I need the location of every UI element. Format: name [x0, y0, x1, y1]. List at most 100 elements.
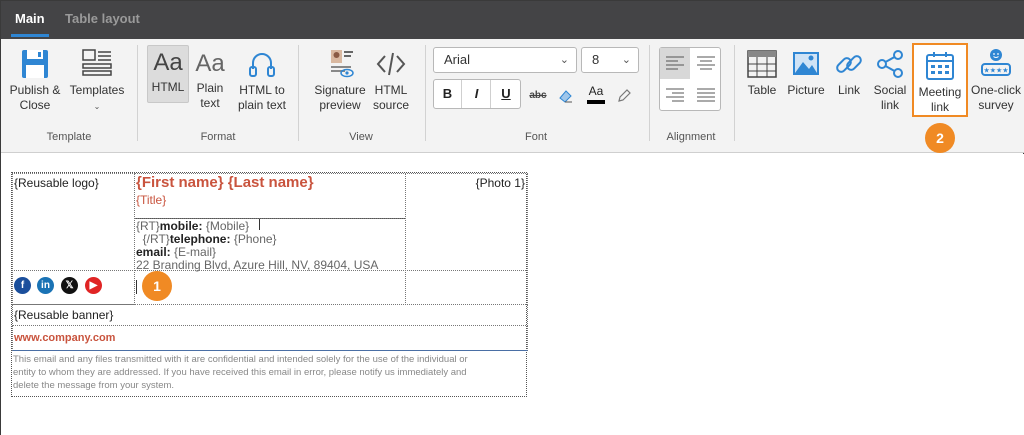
disclaimer-line: delete the message from your system.	[13, 380, 175, 391]
chevron-down-icon: ⌄	[559, 54, 569, 66]
social-link-label-1: Social	[873, 83, 907, 97]
highlight-button[interactable]	[611, 82, 637, 110]
one-click-survey-label-1: One-click	[970, 83, 1021, 97]
logo-cell[interactable]: {Reusable logo}	[12, 173, 135, 271]
text-cursor	[258, 219, 260, 230]
link-icon	[836, 55, 862, 73]
plain-text-icon: Aa	[195, 50, 225, 77]
picture-button[interactable]: Picture	[785, 47, 827, 98]
font-family-value: Arial	[444, 52, 471, 67]
align-center-button[interactable]	[691, 48, 721, 79]
signature-preview-label-2: preview	[319, 98, 361, 112]
photo-placeholder: {Photo 1}	[475, 176, 525, 190]
signature-table: {Reusable logo} {First name} {Last name}…	[11, 172, 528, 397]
link-button[interactable]: Link	[831, 47, 867, 98]
email-line: email: {E-mail}	[136, 245, 216, 259]
calendar-icon	[926, 52, 954, 80]
tab-table-layout[interactable]: Table layout	[57, 1, 148, 39]
telephone-line: {/RT}telephone: {Phone}	[136, 232, 277, 246]
meeting-link-label-1: Meeting	[918, 85, 962, 99]
contact-cell[interactable]: {RT}mobile: {Mobile} {/RT}telephone: {Ph…	[134, 218, 406, 272]
share-icon	[877, 50, 903, 78]
html-source-label-2: source	[372, 98, 410, 112]
table-button[interactable]: Table	[743, 47, 781, 98]
publish-close-label-1: Publish &	[9, 83, 61, 97]
meeting-link-label-2: link	[930, 100, 949, 114]
social-link-button[interactable]: Social link	[871, 47, 909, 113]
align-justify-button[interactable]	[691, 80, 721, 111]
website-cell[interactable]: www.company.com	[12, 325, 528, 351]
signature-editor[interactable]: {Reusable logo} {First name} {Last name}…	[1, 154, 1024, 435]
empty-cell[interactable]	[134, 270, 406, 305]
align-left-button[interactable]	[660, 48, 690, 79]
html-format-label: HTML	[151, 80, 185, 94]
publish-close-button[interactable]: Publish & Close	[7, 47, 63, 113]
facebook-icon[interactable]: f	[14, 277, 31, 294]
group-label-alignment: Alignment	[666, 131, 716, 143]
clear-format-button[interactable]	[553, 82, 579, 110]
pen-icon	[618, 89, 631, 102]
photo-cell[interactable]: {Photo 1}	[405, 173, 528, 271]
telephone-prefix: {/RT}	[142, 232, 170, 246]
x-icon[interactable]: 𝕏	[61, 277, 78, 294]
tab-main[interactable]: Main	[7, 1, 53, 39]
signature-preview-label-1: Signature	[314, 83, 366, 97]
templates-label: Templates	[69, 83, 125, 97]
text-cursor	[136, 280, 137, 294]
name-placeholder: {First name} {Last name}	[136, 174, 314, 191]
mobile-line: {RT}mobile: {Mobile}	[136, 219, 260, 233]
html-source-button[interactable]: HTML source	[371, 47, 411, 113]
plain-text-button[interactable]: Aa Plain text	[191, 47, 229, 111]
html-format-button[interactable]: Aa HTML	[147, 45, 189, 103]
table-label: Table	[747, 83, 777, 97]
group-divider	[298, 45, 299, 141]
banner-cell[interactable]: {Reusable banner}	[12, 304, 528, 326]
meeting-link-button[interactable]: Meeting link	[912, 43, 968, 117]
align-right-icon	[666, 88, 684, 102]
font-size-select[interactable]: 8 ⌄	[581, 47, 639, 73]
save-icon	[22, 50, 48, 78]
bold-italic-underline-group: B I U	[433, 79, 521, 109]
group-divider	[734, 45, 735, 141]
name-cell[interactable]: {First name} {Last name} {Title}	[134, 173, 406, 219]
eraser-icon	[559, 90, 572, 103]
strikethrough-button[interactable]: abc	[525, 82, 551, 110]
website-link[interactable]: www.company.com	[14, 332, 115, 344]
publish-close-label-2: Close	[19, 98, 51, 112]
align-center-icon	[697, 56, 715, 70]
bold-button[interactable]: B	[434, 80, 462, 108]
html-format-icon: Aa	[153, 49, 183, 76]
mobile-prefix: {RT}	[136, 219, 160, 233]
chevron-down-icon: ⌄	[621, 54, 631, 66]
underline-button[interactable]: U	[492, 80, 520, 108]
disclaimer-cell[interactable]: This email and any files transmitted wit…	[12, 351, 528, 397]
picture-label: Picture	[787, 83, 825, 97]
font-color-label: Aa	[588, 84, 604, 98]
headphones-convert-icon	[249, 53, 275, 77]
html-to-plain-text-button[interactable]: HTML to plain text	[233, 47, 291, 113]
empty-cell[interactable]	[405, 270, 528, 305]
youtube-icon[interactable]: ▶	[85, 277, 102, 294]
font-family-select[interactable]: Arial ⌄	[433, 47, 577, 73]
plain-text-label-1: Plain	[196, 81, 224, 95]
align-right-button[interactable]	[660, 80, 690, 111]
callout-badge-2: 2	[925, 123, 955, 153]
email-value: {E-mail}	[174, 245, 217, 259]
group-divider	[425, 45, 426, 141]
table-icon	[747, 50, 777, 78]
mobile-value: {Mobile}	[205, 219, 250, 233]
font-color-button[interactable]: Aa	[583, 82, 609, 110]
templates-button[interactable]: Templates ⌄	[67, 47, 127, 114]
one-click-survey-button[interactable]: ★★★★ One-click survey	[969, 47, 1023, 113]
chevron-down-icon: ⌄	[93, 102, 101, 111]
signature-preview-button[interactable]: Signature preview	[311, 47, 369, 113]
html-source-label-1: HTML	[374, 83, 408, 97]
group-label-template: Template	[46, 131, 92, 143]
group-label-font: Font	[524, 131, 547, 143]
linkedin-icon[interactable]: in	[37, 277, 54, 294]
italic-button[interactable]: I	[463, 80, 491, 108]
tab-bar: Main Table layout	[1, 1, 1024, 39]
reusable-logo-placeholder: {Reusable logo}	[14, 176, 99, 190]
social-link-label-2: link	[880, 98, 899, 112]
templates-icon	[82, 49, 112, 76]
